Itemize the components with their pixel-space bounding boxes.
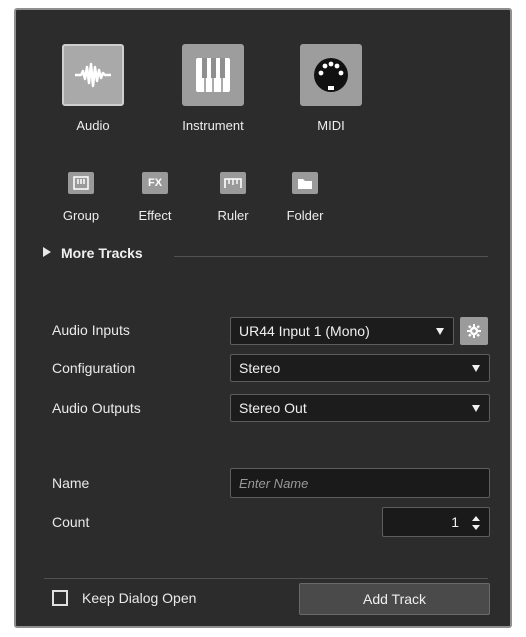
count-stepper[interactable]: 1 xyxy=(382,507,490,537)
count-value: 1 xyxy=(451,514,459,530)
more-tracks-divider xyxy=(174,256,488,257)
audio-outputs-label: Audio Outputs xyxy=(52,400,141,416)
track-type-folder-label: Folder xyxy=(286,208,324,223)
dropdown-arrow-icon xyxy=(472,365,480,372)
track-type-instrument[interactable] xyxy=(182,44,244,106)
audio-inputs-label: Audio Inputs xyxy=(52,322,130,338)
audio-outputs-select[interactable]: Stereo Out xyxy=(230,394,490,422)
folder-icon xyxy=(298,178,312,189)
input-settings-button[interactable] xyxy=(460,317,488,345)
track-type-group-label: Group xyxy=(62,208,100,223)
track-type-ruler-label: Ruler xyxy=(217,208,249,223)
track-type-group[interactable] xyxy=(68,172,94,194)
keep-dialog-open-label: Keep Dialog Open xyxy=(82,590,197,606)
dropdown-arrow-icon xyxy=(472,405,480,412)
audio-inputs-value: UR44 Input 1 (Mono) xyxy=(239,323,370,339)
piano-keys-icon xyxy=(196,58,230,92)
add-track-dialog: Audio Instrument MIDI Group FX Effect Ru… xyxy=(14,8,512,628)
track-type-effect-label: Effect xyxy=(138,208,172,223)
count-label: Count xyxy=(52,514,90,530)
track-type-folder[interactable] xyxy=(292,172,318,194)
more-tracks-toggle[interactable]: More Tracks xyxy=(43,245,143,261)
name-label: Name xyxy=(52,475,90,491)
dropdown-arrow-icon xyxy=(436,328,444,335)
fx-icon: FX xyxy=(147,177,163,189)
keep-dialog-open-checkbox[interactable] xyxy=(52,590,68,606)
audio-outputs-value: Stereo Out xyxy=(239,400,307,416)
configuration-value: Stereo xyxy=(239,360,281,376)
spin-arrows-icon[interactable] xyxy=(471,515,481,531)
track-type-ruler[interactable] xyxy=(220,172,246,194)
more-tracks-label: More Tracks xyxy=(61,245,143,261)
track-type-effect[interactable]: FX xyxy=(142,172,168,194)
gear-icon xyxy=(467,324,481,338)
track-type-audio-label: Audio xyxy=(76,118,110,133)
name-input[interactable] xyxy=(230,468,490,498)
midi-plug-icon xyxy=(314,58,348,92)
add-track-button[interactable]: Add Track xyxy=(299,583,490,615)
ruler-icon xyxy=(224,178,242,188)
audio-waveform-icon xyxy=(75,62,111,88)
footer-divider xyxy=(44,578,488,579)
expand-arrow-icon xyxy=(43,247,51,257)
track-type-audio[interactable] xyxy=(62,44,124,106)
configuration-label: Configuration xyxy=(52,360,136,376)
track-type-midi-label: MIDI xyxy=(317,118,345,133)
configuration-select[interactable]: Stereo xyxy=(230,354,490,382)
group-icon xyxy=(73,176,89,190)
track-type-midi[interactable] xyxy=(300,44,362,106)
track-type-instrument-label: Instrument xyxy=(182,118,244,133)
audio-inputs-select[interactable]: UR44 Input 1 (Mono) xyxy=(230,317,454,345)
